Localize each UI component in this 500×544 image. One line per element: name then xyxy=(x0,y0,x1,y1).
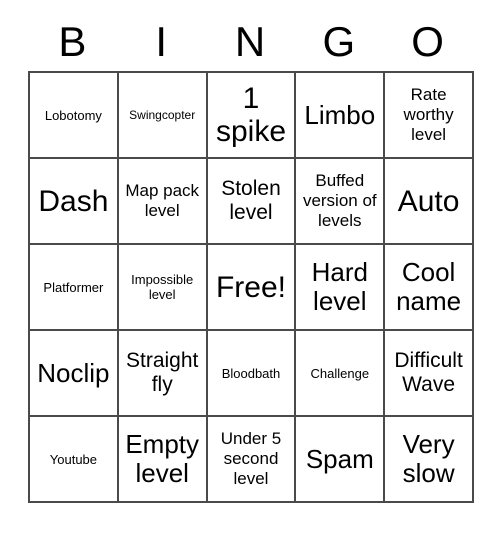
bingo-header: B I N G O xyxy=(28,12,472,71)
bingo-cell-label: Youtube xyxy=(49,451,98,467)
bingo-cell[interactable]: Empty level xyxy=(118,417,208,503)
bingo-cell[interactable]: Hard level xyxy=(296,245,386,331)
bingo-row: Platformer Impossible level Free! Hard l… xyxy=(30,245,474,331)
bingo-cell-label: Dash xyxy=(38,184,109,218)
bingo-cell-label: Impossible level xyxy=(131,272,194,302)
bingo-cell[interactable]: Limbo xyxy=(296,73,386,159)
bingo-row: Lobotomy Swingcopter 1 spike Limbo Rate … xyxy=(30,73,474,159)
bingo-cell[interactable]: Map pack level xyxy=(118,159,208,245)
header-letter-i: I xyxy=(155,17,168,65)
bingo-cell[interactable]: Difficult Wave xyxy=(385,331,474,417)
bingo-cell[interactable]: Buffed version of levels xyxy=(296,159,386,245)
bingo-cell[interactable]: Swingcopter xyxy=(118,73,208,159)
bingo-cell[interactable]: Dash xyxy=(30,159,119,245)
header-letter-g: G xyxy=(322,17,356,65)
bingo-card: B I N G O Lobotomy Swingcopter 1 spike L… xyxy=(28,12,474,503)
bingo-cell-label: Empty level xyxy=(125,429,200,488)
bingo-cell[interactable]: Stolen level xyxy=(207,159,297,245)
bingo-cell-label: Buffed version of levels xyxy=(302,171,377,230)
bingo-cell-label: Very slow xyxy=(402,429,455,488)
bingo-cell[interactable]: Noclip xyxy=(30,331,119,417)
bingo-cell-label: Lobotomy xyxy=(44,107,102,123)
bingo-cell[interactable]: Cool name xyxy=(385,245,474,331)
bingo-cell-label: Free! xyxy=(215,270,286,304)
bingo-cell-label: Auto xyxy=(397,184,460,218)
bingo-cell-label: Swingcopter xyxy=(129,108,196,122)
bingo-cell[interactable]: Lobotomy xyxy=(30,73,119,159)
bingo-cell-label: Spam xyxy=(305,443,374,474)
bingo-row: Dash Map pack level Stolen level Buffed … xyxy=(30,159,474,245)
bingo-cell-label: Bloodbath xyxy=(221,365,281,381)
bingo-cell[interactable]: Challenge xyxy=(296,331,386,417)
bingo-cell[interactable]: Youtube xyxy=(30,417,119,503)
bingo-cell[interactable]: Impossible level xyxy=(118,245,208,331)
bingo-cell[interactable]: Auto xyxy=(385,159,474,245)
header-letter-b: B xyxy=(58,17,87,65)
bingo-cell-label: Straight fly xyxy=(126,349,199,396)
bingo-cell-label: Challenge xyxy=(310,365,370,381)
bingo-cell-label: Hard level xyxy=(311,257,368,316)
bingo-cell-label: Platformer xyxy=(43,279,104,295)
bingo-cell-label: Difficult Wave xyxy=(394,349,463,396)
bingo-cell-free[interactable]: Free! xyxy=(207,245,297,331)
bingo-grid: Lobotomy Swingcopter 1 spike Limbo Rate … xyxy=(28,71,474,503)
bingo-cell[interactable]: Platformer xyxy=(30,245,119,331)
bingo-cell[interactable]: Under 5 second level xyxy=(207,417,297,503)
bingo-cell-label: Limbo xyxy=(304,99,376,130)
bingo-cell[interactable]: Very slow xyxy=(385,417,474,503)
bingo-cell-label: Noclip xyxy=(37,357,110,388)
bingo-cell[interactable]: Rate worthy level xyxy=(385,73,474,159)
bingo-cell[interactable]: Bloodbath xyxy=(207,331,297,417)
bingo-row: Noclip Straight fly Bloodbath Challenge … xyxy=(30,331,474,417)
bingo-cell[interactable]: 1 spike xyxy=(207,73,297,159)
bingo-row: Youtube Empty level Under 5 second level… xyxy=(30,417,474,503)
bingo-cell-label: 1 spike xyxy=(215,82,287,148)
bingo-cell-label: Map pack level xyxy=(125,181,200,220)
bingo-cell-label: Rate worthy level xyxy=(403,85,454,144)
bingo-cell[interactable]: Spam xyxy=(296,417,386,503)
bingo-cell-label: Cool name xyxy=(396,257,462,316)
header-letter-n: N xyxy=(234,17,266,65)
header-letter-o: O xyxy=(411,17,444,65)
bingo-cell-label: Under 5 second level xyxy=(220,429,282,488)
bingo-cell-label: Stolen level xyxy=(221,177,281,224)
bingo-cell[interactable]: Straight fly xyxy=(118,331,208,417)
